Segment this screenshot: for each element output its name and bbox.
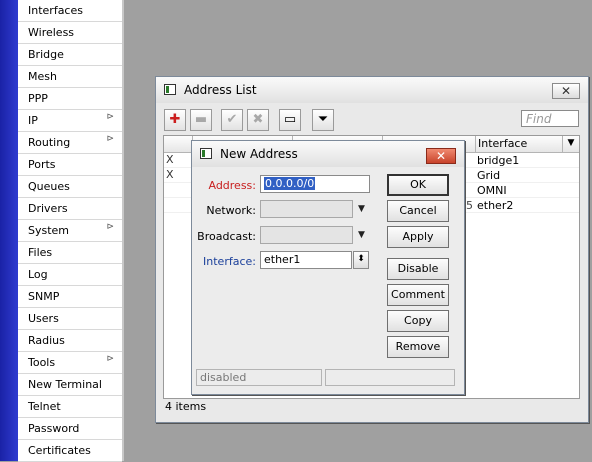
- menu-item-label: Radius: [28, 334, 65, 347]
- menu-item-label: Telnet: [28, 400, 61, 413]
- items-count: 4 items: [165, 400, 207, 413]
- copy-button[interactable]: Copy: [387, 310, 449, 332]
- find-input[interactable]: Find: [521, 110, 579, 127]
- interface-cell: bridge1: [477, 154, 520, 167]
- menu-item-label: New Terminal: [28, 378, 102, 391]
- address-value: 0.0.0.0/0: [264, 177, 316, 190]
- comment-icon[interactable]: ▭: [279, 109, 301, 131]
- column-header-interface[interactable]: Interface: [475, 136, 563, 152]
- menu-item-label: Wireless: [28, 26, 75, 39]
- filter-icon[interactable]: ⏷: [312, 109, 334, 131]
- interface-cell: ether2: [477, 199, 514, 212]
- address-input[interactable]: 0.0.0.0/0: [260, 175, 370, 193]
- disabled-flag-icon: X: [166, 153, 174, 166]
- menu-item-label: Certificates: [28, 444, 91, 457]
- network-label: Network:: [206, 204, 256, 217]
- menu-item-password[interactable]: Password: [18, 418, 122, 440]
- broadcast-dropdown-icon[interactable]: ▼: [358, 230, 365, 240]
- status-field: disabled: [196, 369, 322, 386]
- window-icon: [200, 148, 212, 159]
- enable-icon[interactable]: ✔: [221, 109, 243, 131]
- menu-item-log[interactable]: Log: [18, 264, 122, 286]
- ok-button[interactable]: OK: [387, 174, 449, 196]
- menu-item-telnet[interactable]: Telnet: [18, 396, 122, 418]
- close-button[interactable]: ✕: [552, 83, 580, 99]
- dialog-title: New Address: [220, 147, 298, 161]
- disable-button[interactable]: Disable: [387, 258, 449, 280]
- menu-side-strip: [0, 0, 18, 461]
- menu-item-radius[interactable]: Radius: [18, 330, 122, 352]
- menu-item-label: Interfaces: [28, 4, 83, 17]
- menu-item-tools[interactable]: Tools ⊳: [18, 352, 122, 374]
- broadcast-input[interactable]: [260, 226, 353, 244]
- menu-item-interfaces[interactable]: Interfaces: [18, 0, 122, 22]
- menu-item-label: PPP: [28, 92, 48, 105]
- submenu-arrow-icon: ⊳: [106, 112, 114, 122]
- menu-item-system[interactable]: System ⊳: [18, 220, 122, 242]
- menu-item-label: Drivers: [28, 202, 68, 215]
- new-address-dialog: New Address ✕ Address: 0.0.0.0/0 Network…: [191, 140, 465, 395]
- remove-button[interactable]: Remove: [387, 336, 449, 358]
- network-cell-fragment: 5: [466, 199, 473, 212]
- column-chooser-icon[interactable]: ▼: [562, 136, 579, 152]
- menu-item-snmp[interactable]: SNMP: [18, 286, 122, 308]
- address-label: Address:: [208, 179, 256, 192]
- menu-item-label: Bridge: [28, 48, 64, 61]
- status-field-secondary: [325, 369, 455, 386]
- menu-item-queues[interactable]: Queues: [18, 176, 122, 198]
- menu-item-mesh[interactable]: Mesh: [18, 66, 122, 88]
- interface-updown-icon[interactable]: ⬍: [353, 251, 369, 269]
- menu-item-label: Ports: [28, 158, 56, 171]
- menu-item-label: Queues: [28, 180, 70, 193]
- submenu-arrow-icon: ⊳: [106, 354, 114, 364]
- menu-item-users[interactable]: Users: [18, 308, 122, 330]
- main-menu: Interfaces Wireless Bridge Mesh PPP IP ⊳ …: [18, 0, 123, 462]
- cancel-button[interactable]: Cancel: [387, 200, 449, 222]
- menu-item-label: SNMP: [28, 290, 60, 303]
- interface-label: Interface:: [203, 255, 256, 268]
- broadcast-label: Broadcast:: [197, 230, 256, 243]
- menu-item-label: Log: [28, 268, 48, 281]
- menu-item-label: Mesh: [28, 70, 57, 83]
- menu-item-certificates[interactable]: Certificates: [18, 440, 122, 462]
- submenu-arrow-icon: ⊳: [106, 134, 114, 144]
- menu-item-bridge[interactable]: Bridge: [18, 44, 122, 66]
- menu-item-routing[interactable]: Routing ⊳: [18, 132, 122, 154]
- interface-select[interactable]: ether1: [260, 251, 352, 269]
- window-title: Address List: [184, 83, 257, 97]
- menu-item-files[interactable]: Files: [18, 242, 122, 264]
- disable-icon[interactable]: ✖: [247, 109, 269, 131]
- menu-divider[interactable]: [122, 0, 124, 461]
- address-list-titlebar[interactable]: Address List ✕: [156, 77, 588, 103]
- menu-item-ports[interactable]: Ports: [18, 154, 122, 176]
- menu-item-label: Password: [28, 422, 80, 435]
- remove-icon[interactable]: ▬: [190, 109, 212, 131]
- window-icon: [164, 84, 176, 95]
- menu-item-label: Routing: [28, 136, 71, 149]
- menu-item-label: Tools: [28, 356, 56, 369]
- submenu-arrow-icon: ⊳: [106, 222, 114, 232]
- menu-item-ppp[interactable]: PPP: [18, 88, 122, 110]
- menu-item-label: System: [28, 224, 70, 237]
- new-address-titlebar[interactable]: New Address ✕: [192, 141, 464, 167]
- add-icon[interactable]: ✚: [164, 109, 186, 131]
- menu-item-label: IP: [28, 114, 38, 127]
- apply-button[interactable]: Apply: [387, 226, 449, 248]
- network-input[interactable]: [260, 200, 353, 218]
- interface-cell: Grid: [477, 169, 501, 182]
- interface-cell: OMNI: [477, 184, 507, 197]
- network-dropdown-icon[interactable]: ▼: [358, 204, 365, 214]
- menu-item-label: Users: [28, 312, 59, 325]
- menu-item-ip[interactable]: IP ⊳: [18, 110, 122, 132]
- menu-item-wireless[interactable]: Wireless: [18, 22, 122, 44]
- menu-item-new-terminal[interactable]: New Terminal: [18, 374, 122, 396]
- comment-button[interactable]: Comment: [387, 284, 449, 306]
- menu-item-label: Files: [28, 246, 53, 259]
- menu-item-drivers[interactable]: Drivers: [18, 198, 122, 220]
- disabled-flag-icon: X: [166, 168, 174, 181]
- close-button[interactable]: ✕: [426, 148, 456, 164]
